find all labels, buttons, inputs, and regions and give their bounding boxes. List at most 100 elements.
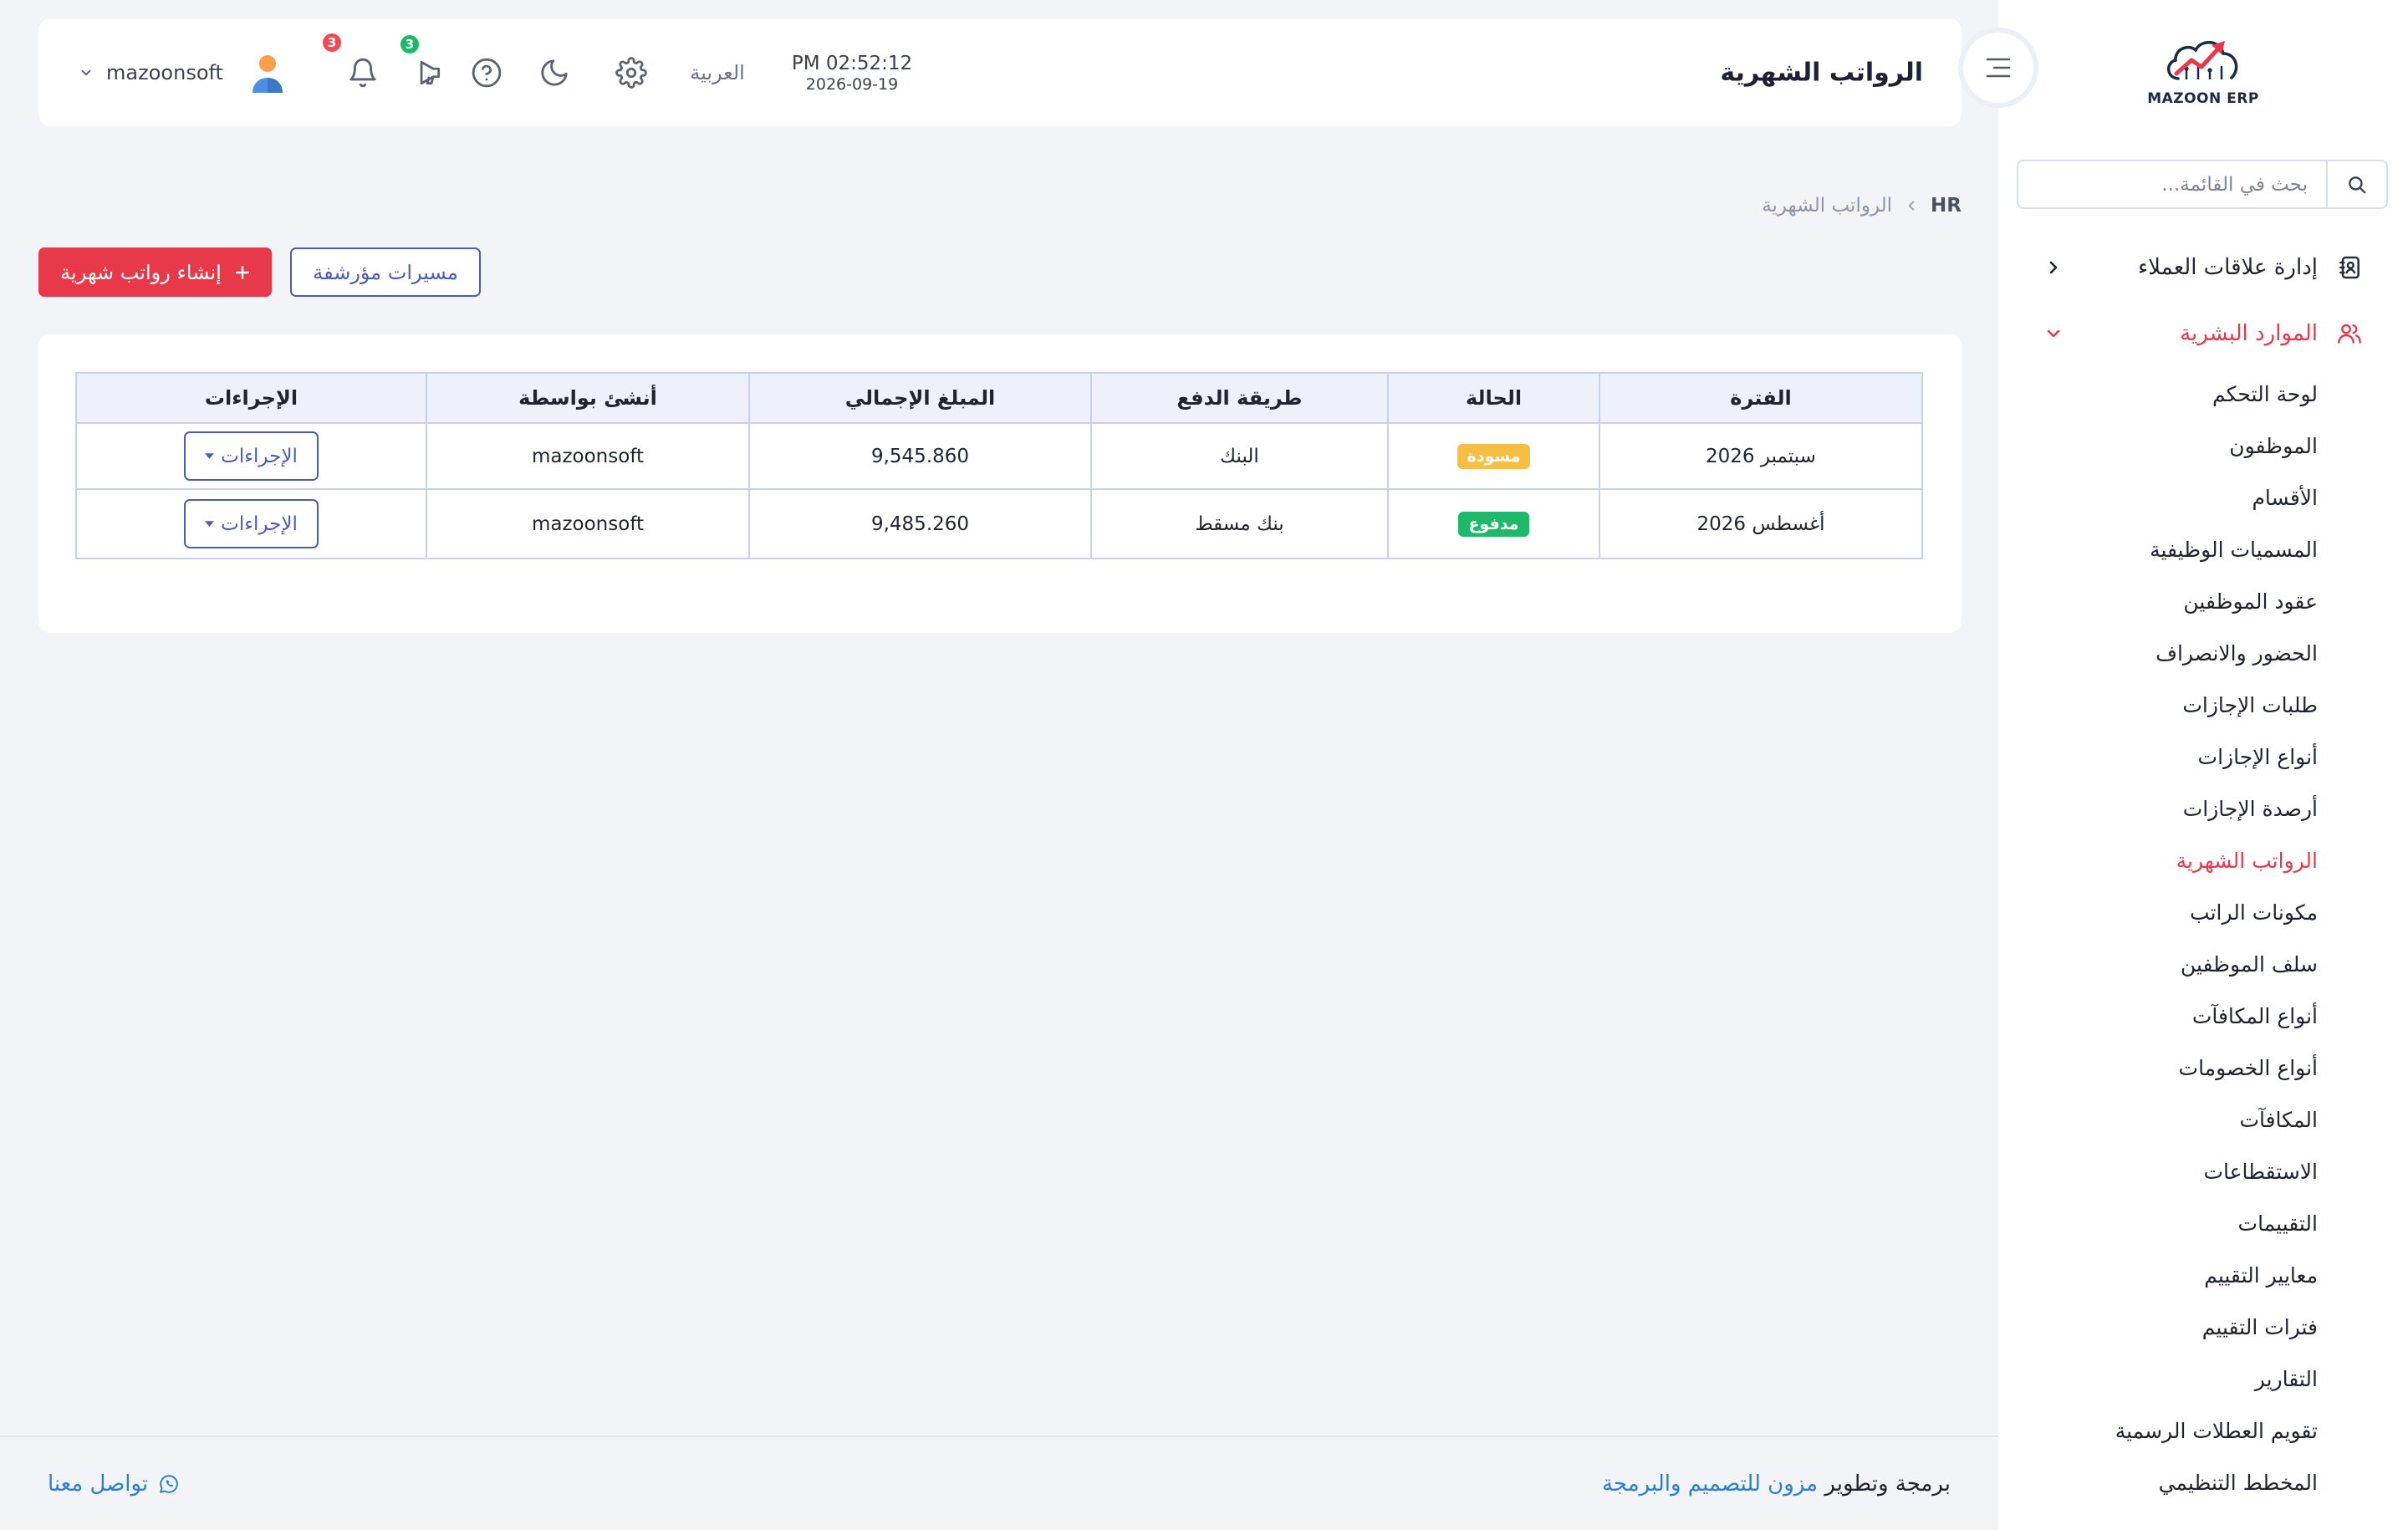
sidebar-item-evaluations[interactable]: التقييمات bbox=[1998, 1198, 2408, 1250]
footer-credit: برمجة وتطوير مزون للتصميم والبرمجة bbox=[1602, 1471, 1951, 1497]
clock-time: PM 02:52:12 bbox=[791, 53, 913, 74]
logo[interactable]: MAZOON ERP bbox=[1998, 33, 2408, 107]
column-header-actions: الإجراءات bbox=[75, 372, 427, 424]
sidebar-toggle-button[interactable] bbox=[1963, 33, 2033, 103]
sidebar-item-deductions[interactable]: الاستقطاعات bbox=[1998, 1146, 2408, 1198]
sidebar-group-hr[interactable]: الموارد البشرية bbox=[1998, 301, 2408, 366]
status-badge: مسودة bbox=[1457, 443, 1531, 469]
archived-payrolls-button[interactable]: مسيرات مؤرشفة bbox=[290, 247, 481, 297]
top-bar: الرواتب الشهرية PM 02:52:12 2026-09-19 ا… bbox=[38, 18, 1962, 126]
help-icon[interactable] bbox=[471, 57, 503, 89]
clock-date: 2026-09-19 bbox=[805, 75, 899, 94]
sidebar: MAZOON ERP إدارة علاقات العملاء bbox=[1998, 0, 2408, 1530]
sidebar-hr-submenu: لوحة التحكم الموظفون الأقسام المسميات ال… bbox=[1998, 369, 2408, 1509]
sidebar-item-holidays-calendar[interactable]: تقويم العطلات الرسمية bbox=[1998, 1405, 2408, 1457]
cell-period: سبتمبر 2026 bbox=[1599, 422, 1923, 490]
contacts-book-icon bbox=[2336, 254, 2363, 281]
table-row: سبتمبر 2026 مسودة البنك 9,545.860 mazoon… bbox=[75, 422, 1923, 490]
sidebar-item-employee-contracts[interactable]: عقود الموظفين bbox=[1998, 576, 2408, 628]
cell-total: 9,485.260 bbox=[748, 488, 1092, 559]
sidebar-item-leave-types[interactable]: أنواع الإجازات bbox=[1998, 732, 2408, 783]
search-icon[interactable] bbox=[2326, 161, 2386, 207]
archived-payrolls-label: مسيرات مؤرشفة bbox=[313, 260, 458, 284]
sidebar-item-job-titles[interactable]: المسميات الوظيفية bbox=[1998, 524, 2408, 576]
column-header-period[interactable]: الفترة bbox=[1599, 372, 1923, 424]
payroll-card: الفترة الحالة طريقة الدفع المبلغ الإجمال… bbox=[38, 334, 1962, 633]
cell-created-by: mazoonsoft bbox=[426, 422, 750, 490]
sidebar-item-dashboard[interactable]: لوحة التحكم bbox=[1998, 369, 2408, 421]
caret-down-icon bbox=[205, 453, 215, 459]
table-row: أغسطس 2026 مدفوع بنك مسقط 9,485.260 mazo… bbox=[75, 488, 1923, 559]
sidebar-item-evaluation-criteria[interactable]: معايير التقييم bbox=[1998, 1250, 2408, 1302]
cell-total: 9,545.860 bbox=[748, 422, 1092, 490]
user-avatar-icon[interactable] bbox=[246, 51, 289, 94]
sidebar-item-departments[interactable]: الأقسام bbox=[1998, 472, 2408, 524]
sidebar-menu: إدارة علاقات العملاء الموارد البشرية لوح… bbox=[1998, 235, 2408, 1530]
breadcrumb-root-link[interactable]: HR bbox=[1931, 195, 1962, 217]
cell-period: أغسطس 2026 bbox=[1599, 488, 1923, 559]
cell-created-by: mazoonsoft bbox=[426, 488, 750, 559]
footer-credit-prefix: برمجة وتطوير bbox=[1824, 1471, 1951, 1497]
sidebar-item-salary-components[interactable]: مكونات الراتب bbox=[1998, 887, 2408, 939]
sidebar-item-monthly-payroll[interactable]: الرواتب الشهرية bbox=[1998, 835, 2408, 887]
sidebar-group-label: إدارة علاقات العملاء bbox=[2137, 255, 2318, 280]
create-payroll-button[interactable]: إنشاء رواتب شهرية bbox=[38, 247, 272, 297]
sidebar-group-crm[interactable]: إدارة علاقات العملاء bbox=[1998, 235, 2408, 300]
sidebar-item-leave-balances[interactable]: أرصدة الإجازات bbox=[1998, 783, 2408, 835]
bell-icon[interactable] bbox=[347, 57, 379, 89]
actions-dropdown-button[interactable]: الإجراءات bbox=[184, 431, 319, 481]
column-header-status[interactable]: الحالة bbox=[1387, 372, 1600, 424]
breadcrumb: HR الرواتب الشهرية bbox=[1762, 192, 1962, 219]
sidebar-item-leave-requests[interactable]: طلبات الإجازات bbox=[1998, 680, 2408, 732]
clock: PM 02:52:12 2026-09-19 bbox=[792, 52, 912, 94]
sidebar-item-attendance[interactable]: الحضور والانصراف bbox=[1998, 628, 2408, 680]
sidebar-item-reports[interactable]: التقارير bbox=[1998, 1354, 2408, 1405]
sidebar-item-org-chart[interactable]: المخطط التنظيمي bbox=[1998, 1457, 2408, 1509]
status-badge: مدفوع bbox=[1458, 511, 1529, 537]
language-switcher[interactable]: العربية bbox=[690, 61, 745, 84]
sidebar-item-evaluation-periods[interactable]: فترات التقييم bbox=[1998, 1302, 2408, 1354]
chevron-down-icon[interactable] bbox=[79, 65, 94, 80]
notifications-badge: 3 bbox=[321, 32, 343, 54]
column-header-created-by[interactable]: أنشئ بواسطة bbox=[426, 372, 750, 424]
user-menu-name[interactable]: mazoonsoft bbox=[106, 61, 223, 84]
gear-icon[interactable] bbox=[615, 56, 647, 89]
actions-label: الإجراءات bbox=[221, 513, 298, 535]
megaphone-icon[interactable] bbox=[412, 57, 444, 89]
footer: برمجة وتطوير مزون للتصميم والبرمجة تواصل… bbox=[0, 1436, 1998, 1530]
column-header-total[interactable]: المبلغ الإجمالي bbox=[748, 372, 1092, 424]
moon-icon[interactable] bbox=[538, 57, 570, 89]
sidebar-item-employees[interactable]: الموظفون bbox=[1998, 421, 2408, 472]
breadcrumb-current: الرواتب الشهرية bbox=[1762, 195, 1893, 217]
cell-status: مدفوع bbox=[1387, 488, 1600, 559]
sidebar-item-deduction-types[interactable]: أنواع الخصومات bbox=[1998, 1043, 2408, 1094]
cell-actions: الإجراءات bbox=[75, 488, 427, 559]
cell-status: مسودة bbox=[1387, 422, 1600, 490]
actions-dropdown-button[interactable]: الإجراءات bbox=[184, 499, 319, 548]
contact-us-link[interactable]: تواصل معنا bbox=[48, 1471, 180, 1497]
whatsapp-icon bbox=[158, 1473, 180, 1495]
cell-payment-method: البنك bbox=[1090, 422, 1389, 490]
actions-label: الإجراءات bbox=[221, 445, 298, 467]
plus-icon bbox=[235, 265, 250, 280]
column-header-payment-method[interactable]: طريقة الدفع bbox=[1090, 372, 1389, 424]
chevron-right-icon bbox=[2043, 258, 2064, 278]
cell-payment-method: بنك مسقط bbox=[1090, 488, 1389, 559]
contact-us-label: تواصل معنا bbox=[48, 1471, 149, 1497]
chevron-left-icon bbox=[1904, 198, 1919, 213]
sidebar-item-employee-advances[interactable]: سلف الموظفين bbox=[1998, 939, 2408, 991]
menu-toggle-icon bbox=[1986, 58, 2011, 78]
create-payroll-label: إنشاء رواتب شهرية bbox=[60, 260, 222, 284]
sidebar-search bbox=[2017, 160, 2388, 209]
users-icon bbox=[2336, 320, 2363, 347]
sidebar-item-bonuses[interactable]: المكافآت bbox=[1998, 1094, 2408, 1146]
caret-down-icon bbox=[205, 521, 215, 527]
sidebar-group-label: الموارد البشرية bbox=[2180, 321, 2318, 346]
page-title: الرواتب الشهرية bbox=[1720, 58, 1923, 87]
payroll-table: الفترة الحالة طريقة الدفع المبلغ الإجمال… bbox=[75, 372, 1923, 559]
logo-icon bbox=[2167, 41, 2238, 80]
sidebar-item-bonus-types[interactable]: أنواع المكافآت bbox=[1998, 991, 2408, 1043]
sidebar-search-input[interactable] bbox=[2018, 161, 2326, 207]
footer-credit-link[interactable]: مزون للتصميم والبرمجة bbox=[1602, 1471, 1818, 1497]
table-header-row: الفترة الحالة طريقة الدفع المبلغ الإجمال… bbox=[75, 372, 1923, 424]
